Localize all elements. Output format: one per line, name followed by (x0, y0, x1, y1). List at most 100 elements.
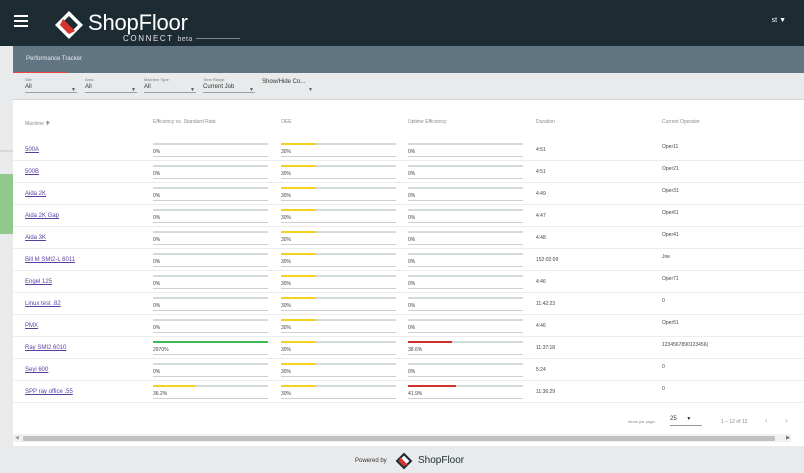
next-page-icon[interactable]: › (785, 416, 788, 425)
efficiency-cell: 0% (153, 273, 268, 289)
machine-link[interactable]: Seyi 600 (25, 367, 48, 373)
oee-cell: 30% (281, 339, 396, 355)
machine-link[interactable]: 500B (25, 169, 39, 175)
column-header-operator[interactable]: Current Operator (662, 119, 700, 125)
progress-bar (408, 275, 523, 277)
progress-bar (281, 165, 396, 167)
efficiency-cell: 0% (153, 163, 268, 179)
time-range-filter[interactable]: Time Range Current Job ▼ (203, 77, 255, 93)
progress-bar (408, 209, 523, 211)
machine-link[interactable]: 500A (25, 147, 39, 153)
duration-value: 4:48 (536, 235, 546, 241)
table-row: 500A 0% 30% 0% 4:51 Oper11 (13, 139, 804, 161)
machine-link[interactable]: Aida 3K (25, 235, 46, 241)
efficiency-cell: 0% (153, 185, 268, 201)
column-header-machine[interactable]: Machine 🠉 (25, 119, 50, 129)
duration-value: 11:36:29 (536, 389, 556, 395)
table-row: Linux test .82 0% 30% 0% 11:42:23 0 (13, 293, 804, 315)
metric-value: 0% (408, 237, 416, 243)
panel-header: Performance Tracker (13, 46, 804, 73)
scroll-right-icon[interactable]: ▶ (786, 435, 790, 441)
duration-value: 11:42:23 (536, 301, 556, 307)
machine-link[interactable]: Aida 2K (25, 191, 46, 197)
efficiency-cell: 0% (153, 251, 268, 267)
uptime-cell: 0% (408, 361, 523, 377)
uptime-cell: 0% (408, 317, 523, 333)
uptime-cell: 0% (408, 273, 523, 289)
powered-by-label: Powered by (355, 458, 387, 464)
progress-fill (281, 143, 316, 145)
progress-bar (153, 319, 268, 321)
time-range-filter-value: Current Job (203, 84, 235, 90)
top-app-bar: ShopFloor CONNECT beta st ▼ (0, 0, 804, 46)
operator-value: Oper71 (662, 276, 679, 282)
progress-fill (281, 253, 316, 255)
metric-value: 0% (153, 303, 161, 309)
progress-bar (281, 253, 396, 255)
progress-bar (408, 319, 523, 321)
machine-link[interactable]: Engel 125 (25, 279, 52, 285)
items-per-page-select[interactable]: 25 ▼ (670, 416, 691, 422)
shopfloor-logo-icon (55, 11, 83, 39)
machine-link[interactable]: Bill M SMI2-L 6011 (25, 257, 75, 263)
scroll-left-icon[interactable]: ◀ (15, 435, 19, 441)
metric-value: 2970% (153, 347, 169, 353)
machine-link[interactable]: SPP ray office .55 (25, 389, 73, 395)
oee-cell: 30% (281, 383, 396, 399)
machine-link[interactable]: Ray SMI2 6010 (25, 345, 66, 351)
efficiency-cell: 0% (153, 295, 268, 311)
metric-value: 0% (408, 149, 416, 155)
footer-brand: ShopFloor (418, 455, 465, 466)
operator-value: Oper21 (662, 166, 679, 172)
footer: Powered by ShopFloor (0, 446, 804, 473)
column-header-efficiency[interactable]: Efficiency vs. Standard Rate (153, 119, 216, 125)
machine-type-filter[interactable]: Machine Type All ▼ (144, 77, 196, 93)
metric-value: 30% (281, 281, 292, 287)
brand-subtitle: CONNECT beta (123, 34, 240, 43)
area-filter[interactable]: Area All ▼ (85, 77, 137, 93)
metric-value: 0% (408, 325, 416, 331)
duration-value: 152:02:09 (536, 257, 559, 263)
machine-link[interactable]: Linux test .82 (25, 301, 61, 307)
oee-cell: 30% (281, 317, 396, 333)
duration-value: 4:51 (536, 169, 546, 175)
duration-value: 11:37:18 (536, 345, 556, 351)
metric-value: 0% (153, 171, 161, 177)
metric-value: 30% (281, 237, 292, 243)
metric-value: 30% (281, 347, 292, 353)
site-filter[interactable]: Site All ▼ (25, 77, 77, 93)
oee-cell: 30% (281, 361, 396, 377)
progress-bar (408, 187, 523, 189)
column-header-oee[interactable]: OEE (281, 119, 292, 125)
progress-bar (408, 231, 523, 233)
horizontal-scrollbar[interactable]: ◀ ▶ (13, 434, 791, 442)
progress-fill (408, 385, 457, 387)
table-row: PMX 0% 30% 0% 4:46 Oper51 (13, 315, 804, 337)
progress-bar (153, 297, 268, 299)
oee-cell: 30% (281, 273, 396, 289)
duration-value: 4:46 (536, 323, 546, 329)
metric-value: 0% (408, 369, 416, 375)
duration-value: 4:51 (536, 147, 546, 153)
column-header-uptime[interactable]: Uptime Efficiency (408, 119, 447, 125)
machine-link[interactable]: Aida 2K Gap (25, 213, 59, 219)
progress-fill (153, 341, 268, 343)
oee-cell: 30% (281, 163, 396, 179)
previous-page-icon[interactable]: ‹ (765, 416, 768, 425)
metric-value: 0% (408, 303, 416, 309)
table-body: 500A 0% 30% 0% 4:51 Oper11 500B 0% 30% 0% 4:51 Oper… (13, 139, 804, 403)
progress-bar (281, 275, 396, 277)
scrollbar-thumb[interactable] (23, 436, 775, 441)
hamburger-menu-icon[interactable] (14, 15, 28, 29)
column-header-duration[interactable]: Duration (536, 119, 555, 125)
operator-value: Oper41 (662, 232, 679, 238)
table-row: Engel 125 0% 30% 0% 4:46 Oper71 (13, 271, 804, 293)
oee-cell: 30% (281, 185, 396, 201)
show-hide-columns-select[interactable]: Show/Hide Co... ▼ (262, 77, 313, 93)
progress-bar (153, 385, 268, 387)
progress-fill (281, 319, 316, 321)
machine-link[interactable]: PMX (25, 323, 38, 329)
user-menu-button[interactable]: st ▼ (772, 17, 786, 24)
uptime-cell: 38.6% (408, 339, 523, 355)
operator-value: Oper51 (662, 320, 679, 326)
